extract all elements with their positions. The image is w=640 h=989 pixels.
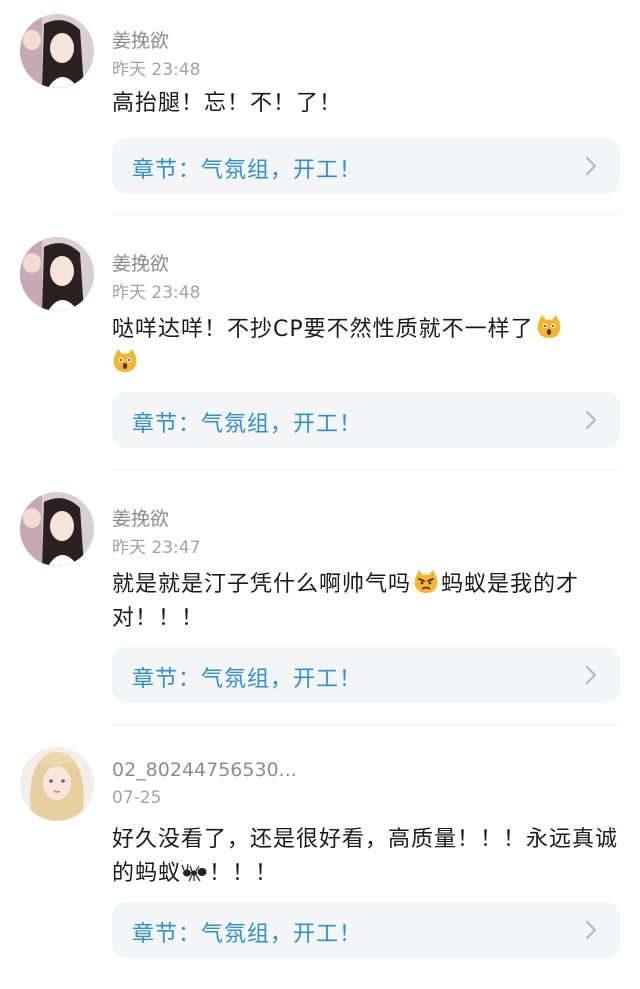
comment-text-segment: 就是就是汀子凭什么啊帅气吗 [112, 572, 412, 597]
timestamp: 昨天 23:48 [112, 283, 201, 303]
avatar[interactable] [20, 747, 94, 821]
comment-item: 姜挽欲 昨天 23:48 高抬腿！忘！不！了！ 章节：气氛组，开工！ [0, 0, 640, 215]
chevron-right-icon [585, 410, 597, 430]
chapter-label: 章节：气氛组，开工！ [132, 412, 363, 437]
comment-text: 就是就是汀子凭什么啊帅气吗 蚂蚁是我的才对！！！ [112, 568, 622, 636]
chevron-right-icon [585, 156, 597, 176]
chevron-right-icon [585, 920, 597, 940]
avatar[interactable] [20, 492, 94, 566]
scared-cat-emoji-icon [536, 314, 562, 340]
comment-item: 姜挽欲 昨天 23:48 哒咩达咩！不抄CP要不然性质就不一样了 章节：气氛组，… [0, 223, 640, 473]
divider [112, 469, 620, 470]
comment-item: 姜挽欲 昨天 23:47 就是就是汀子凭什么啊帅气吗 蚂蚁是我的才对！！！ 章节：… [0, 478, 640, 728]
chapter-label: 章节：气氛组，开工！ [132, 667, 363, 692]
comment-text: 好久没看了，还是很好看，高质量！！！永远真诚的蚂蚁！！！ [112, 823, 622, 891]
divider [112, 724, 620, 725]
girl-blonde-hair-avatar-icon [20, 747, 94, 821]
chapter-link[interactable]: 章节：气氛组，开工！ [112, 392, 620, 448]
timestamp: 07-25 [112, 788, 162, 808]
avatar[interactable] [20, 237, 94, 311]
divider [112, 214, 620, 215]
scared-cat-emoji-icon [112, 348, 138, 374]
timestamp: 昨天 23:48 [112, 60, 201, 80]
username[interactable]: 姜挽欲 [112, 26, 169, 53]
ant-emoji-icon [181, 860, 209, 882]
angry-cat-emoji-icon [413, 569, 439, 595]
chevron-right-icon [585, 665, 597, 685]
username[interactable]: 02_80244756530... [112, 759, 297, 781]
chapter-link[interactable]: 章节：气氛组，开工！ [112, 902, 620, 958]
username[interactable]: 姜挽欲 [112, 249, 169, 276]
chapter-label: 章节：气氛组，开工！ [132, 158, 363, 183]
comment-item: 02_80244756530... 07-25 好久没看了，还是很好看，高质量！… [0, 733, 640, 989]
comment-text: 哒咩达咩！不抄CP要不然性质就不一样了 [112, 313, 622, 381]
girl-dark-hair-avatar-icon [20, 237, 94, 311]
username[interactable]: 姜挽欲 [112, 504, 169, 531]
timestamp: 昨天 23:47 [112, 538, 201, 558]
comment-text-segment: ！！！ [209, 861, 279, 886]
chapter-label: 章节：气氛组，开工！ [132, 922, 363, 947]
chapter-link[interactable]: 章节：气氛组，开工！ [112, 138, 620, 194]
girl-dark-hair-avatar-icon [20, 492, 94, 566]
comment-text-segment: 哒咩达咩！不抄CP要不然性质就不一样了 [112, 317, 534, 342]
chapter-link[interactable]: 章节：气氛组，开工！ [112, 647, 620, 703]
avatar[interactable] [20, 14, 94, 88]
comment-text: 高抬腿！忘！不！了！ [112, 91, 343, 116]
girl-dark-hair-avatar-icon [20, 14, 94, 88]
